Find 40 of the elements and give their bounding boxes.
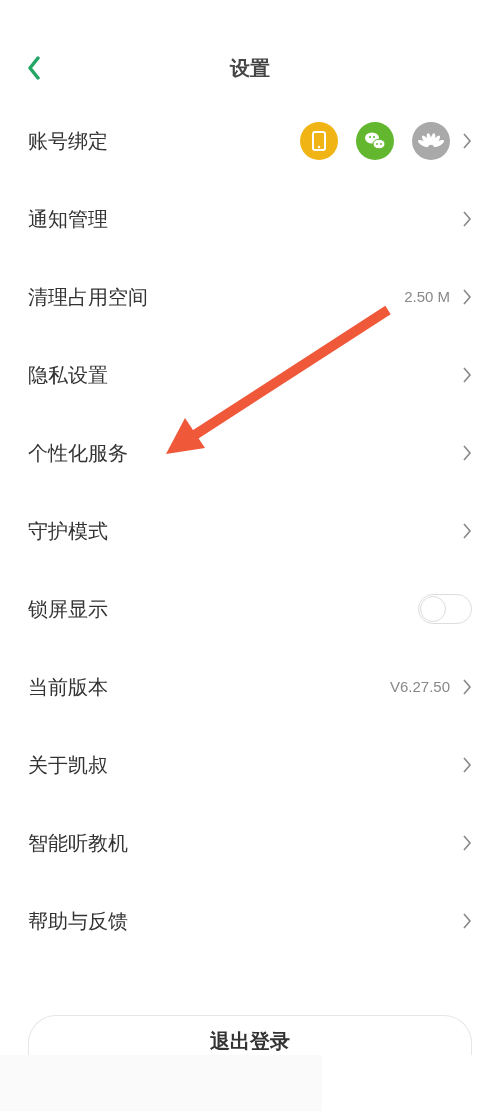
settings-row[interactable]: 帮助与反馈 [0,882,500,960]
chat-bubbles-icon[interactable] [356,122,394,160]
chevron-right-icon [462,444,472,462]
settings-row[interactable]: 当前版本 V6.27.50 [0,648,500,726]
settings-row[interactable]: 智能听教机 [0,804,500,882]
settings-row[interactable]: 通知管理 [0,180,500,258]
settings-row[interactable]: 锁屏显示 [0,570,500,648]
chevron-right-icon [462,132,472,150]
phone-icon[interactable] [300,122,338,160]
chevron-right-icon [462,366,472,384]
row-label: 关于凯叔 [28,752,109,779]
row-label: 帮助与反馈 [28,908,129,935]
chevron-right-icon [462,756,472,774]
settings-row[interactable]: 关于凯叔 [0,726,500,804]
settings-row[interactable]: 账号绑定 [0,102,500,180]
back-icon[interactable] [27,56,41,80]
settings-row[interactable]: 清理占用空间 2.50 M [0,258,500,336]
row-value: 2.50 M [404,286,450,307]
row-label: 账号绑定 [28,128,109,155]
page-title: 设置 [230,55,270,82]
settings-row[interactable]: 隐私设置 [0,336,500,414]
row-label: 个性化服务 [28,440,129,467]
chevron-right-icon [462,288,472,306]
row-label: 清理占用空间 [28,284,149,311]
chevron-right-icon [462,834,472,852]
row-label: 当前版本 [28,674,109,701]
row-label: 通知管理 [28,206,109,233]
chevron-right-icon [462,522,472,540]
row-label: 智能听教机 [28,830,129,857]
chevron-right-icon [462,678,472,696]
settings-row[interactable]: 守护模式 [0,492,500,570]
toggle-switch[interactable] [418,594,472,624]
row-label: 锁屏显示 [28,596,109,623]
row-label: 守护模式 [28,518,109,545]
chevron-right-icon [462,912,472,930]
row-label: 隐私设置 [28,362,109,389]
row-value: V6.27.50 [389,676,450,697]
chevron-right-icon [462,210,472,228]
petal-logo-icon[interactable] [412,122,450,160]
settings-row[interactable]: 个性化服务 [0,414,500,492]
